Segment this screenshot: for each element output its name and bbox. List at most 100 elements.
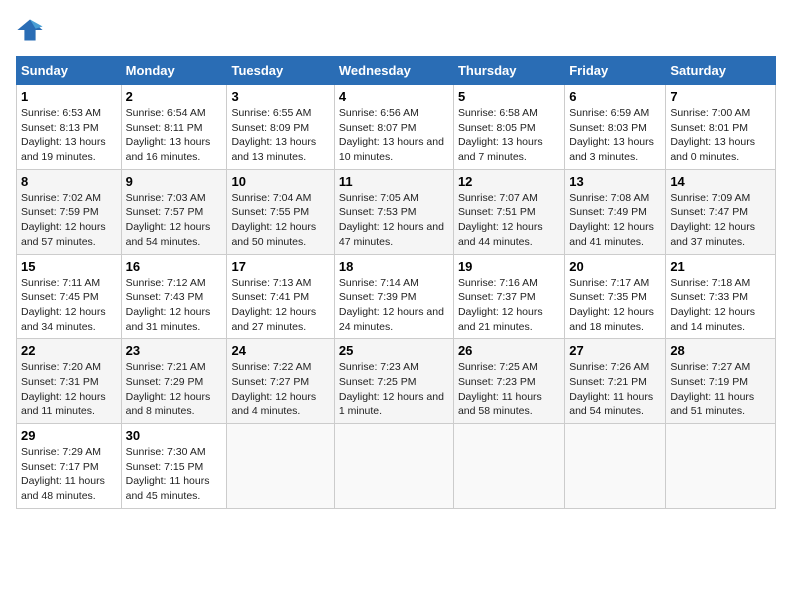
calendar-week-row: 22 Sunrise: 7:20 AMSunset: 7:31 PMDayligh… bbox=[17, 339, 776, 424]
day-number: 14 bbox=[670, 174, 771, 189]
calendar-cell: 30Sunrise: 7:30 AMSunset: 7:15 PMDayligh… bbox=[121, 424, 227, 509]
column-header-tuesday: Tuesday bbox=[227, 57, 334, 85]
day-number: 28 bbox=[670, 343, 771, 358]
day-number: 9 bbox=[126, 174, 223, 189]
calendar-cell: 14 Sunrise: 7:09 AMSunset: 7:47 PMDayligh… bbox=[666, 169, 776, 254]
day-info: Sunrise: 7:26 AMSunset: 7:21 PMDaylight:… bbox=[569, 360, 661, 419]
day-number: 21 bbox=[670, 259, 771, 274]
calendar-cell bbox=[453, 424, 564, 509]
day-info: Sunrise: 7:22 AMSunset: 7:27 PMDaylight:… bbox=[231, 360, 329, 419]
day-info: Sunrise: 7:16 AMSunset: 7:37 PMDaylight:… bbox=[458, 276, 560, 335]
day-info: Sunrise: 7:14 AMSunset: 7:39 PMDaylight:… bbox=[339, 276, 449, 335]
day-number: 6 bbox=[569, 89, 661, 104]
day-number: 26 bbox=[458, 343, 560, 358]
calendar-cell: 27 Sunrise: 7:26 AMSunset: 7:21 PMDayligh… bbox=[565, 339, 666, 424]
calendar-cell: 26 Sunrise: 7:25 AMSunset: 7:23 PMDayligh… bbox=[453, 339, 564, 424]
calendar-cell: 15 Sunrise: 7:11 AMSunset: 7:45 PMDayligh… bbox=[17, 254, 122, 339]
day-info: Sunrise: 7:27 AMSunset: 7:19 PMDaylight:… bbox=[670, 360, 771, 419]
logo-icon bbox=[16, 16, 44, 44]
day-info: Sunrise: 7:11 AMSunset: 7:45 PMDaylight:… bbox=[21, 276, 117, 335]
day-info: Sunrise: 7:07 AMSunset: 7:51 PMDaylight:… bbox=[458, 191, 560, 250]
calendar-table: SundayMondayTuesdayWednesdayThursdayFrid… bbox=[16, 56, 776, 509]
calendar-cell: 4 Sunrise: 6:56 AMSunset: 8:07 PMDaylight… bbox=[334, 85, 453, 170]
day-info: Sunrise: 7:02 AMSunset: 7:59 PMDaylight:… bbox=[21, 191, 117, 250]
day-number: 19 bbox=[458, 259, 560, 274]
calendar-cell: 9 Sunrise: 7:03 AMSunset: 7:57 PMDaylight… bbox=[121, 169, 227, 254]
calendar-cell: 11 Sunrise: 7:05 AMSunset: 7:53 PMDayligh… bbox=[334, 169, 453, 254]
day-info: Sunrise: 6:53 AMSunset: 8:13 PMDaylight:… bbox=[21, 106, 117, 165]
day-info: Sunrise: 7:12 AMSunset: 7:43 PMDaylight:… bbox=[126, 276, 223, 335]
day-number: 8 bbox=[21, 174, 117, 189]
day-info: Sunrise: 7:09 AMSunset: 7:47 PMDaylight:… bbox=[670, 191, 771, 250]
day-info: Sunrise: 7:25 AMSunset: 7:23 PMDaylight:… bbox=[458, 360, 560, 419]
day-info: Sunrise: 6:56 AMSunset: 8:07 PMDaylight:… bbox=[339, 106, 449, 165]
day-info: Sunrise: 7:30 AMSunset: 7:15 PMDaylight:… bbox=[126, 445, 223, 504]
calendar-cell bbox=[666, 424, 776, 509]
calendar-cell bbox=[334, 424, 453, 509]
day-info: Sunrise: 6:54 AMSunset: 8:11 PMDaylight:… bbox=[126, 106, 223, 165]
logo bbox=[16, 16, 48, 44]
day-number: 15 bbox=[21, 259, 117, 274]
day-number: 10 bbox=[231, 174, 329, 189]
day-number: 18 bbox=[339, 259, 449, 274]
calendar-cell: 24 Sunrise: 7:22 AMSunset: 7:27 PMDayligh… bbox=[227, 339, 334, 424]
day-number: 27 bbox=[569, 343, 661, 358]
calendar-cell: 22 Sunrise: 7:20 AMSunset: 7:31 PMDayligh… bbox=[17, 339, 122, 424]
day-info: Sunrise: 7:23 AMSunset: 7:25 PMDaylight:… bbox=[339, 360, 449, 419]
day-info: Sunrise: 7:13 AMSunset: 7:41 PMDaylight:… bbox=[231, 276, 329, 335]
calendar-cell: 7 Sunrise: 7:00 AMSunset: 8:01 PMDaylight… bbox=[666, 85, 776, 170]
day-info: Sunrise: 7:03 AMSunset: 7:57 PMDaylight:… bbox=[126, 191, 223, 250]
day-info: Sunrise: 7:05 AMSunset: 7:53 PMDaylight:… bbox=[339, 191, 449, 250]
day-number: 2 bbox=[126, 89, 223, 104]
calendar-cell: 19 Sunrise: 7:16 AMSunset: 7:37 PMDayligh… bbox=[453, 254, 564, 339]
day-number: 20 bbox=[569, 259, 661, 274]
day-number: 22 bbox=[21, 343, 117, 358]
calendar-cell: 1 Sunrise: 6:53 AMSunset: 8:13 PMDaylight… bbox=[17, 85, 122, 170]
calendar-cell: 6 Sunrise: 6:59 AMSunset: 8:03 PMDaylight… bbox=[565, 85, 666, 170]
day-number: 1 bbox=[21, 89, 117, 104]
calendar-cell: 3 Sunrise: 6:55 AMSunset: 8:09 PMDaylight… bbox=[227, 85, 334, 170]
day-info: Sunrise: 7:17 AMSunset: 7:35 PMDaylight:… bbox=[569, 276, 661, 335]
day-info: Sunrise: 7:18 AMSunset: 7:33 PMDaylight:… bbox=[670, 276, 771, 335]
calendar-cell: 20 Sunrise: 7:17 AMSunset: 7:35 PMDayligh… bbox=[565, 254, 666, 339]
day-number: 25 bbox=[339, 343, 449, 358]
calendar-cell: 2 Sunrise: 6:54 AMSunset: 8:11 PMDaylight… bbox=[121, 85, 227, 170]
calendar-week-row: 15 Sunrise: 7:11 AMSunset: 7:45 PMDayligh… bbox=[17, 254, 776, 339]
calendar-cell: 10 Sunrise: 7:04 AMSunset: 7:55 PMDayligh… bbox=[227, 169, 334, 254]
day-number: 3 bbox=[231, 89, 329, 104]
calendar-cell bbox=[565, 424, 666, 509]
day-info: Sunrise: 6:58 AMSunset: 8:05 PMDaylight:… bbox=[458, 106, 560, 165]
day-info: Sunrise: 7:04 AMSunset: 7:55 PMDaylight:… bbox=[231, 191, 329, 250]
calendar-cell: 28 Sunrise: 7:27 AMSunset: 7:19 PMDayligh… bbox=[666, 339, 776, 424]
day-info: Sunrise: 7:00 AMSunset: 8:01 PMDaylight:… bbox=[670, 106, 771, 165]
calendar-cell: 12 Sunrise: 7:07 AMSunset: 7:51 PMDayligh… bbox=[453, 169, 564, 254]
day-number: 16 bbox=[126, 259, 223, 274]
day-info: Sunrise: 6:55 AMSunset: 8:09 PMDaylight:… bbox=[231, 106, 329, 165]
calendar-cell: 5 Sunrise: 6:58 AMSunset: 8:05 PMDaylight… bbox=[453, 85, 564, 170]
day-info: Sunrise: 7:20 AMSunset: 7:31 PMDaylight:… bbox=[21, 360, 117, 419]
day-number: 29 bbox=[21, 428, 117, 443]
column-header-thursday: Thursday bbox=[453, 57, 564, 85]
day-info: Sunrise: 7:29 AMSunset: 7:17 PMDaylight:… bbox=[21, 445, 117, 504]
calendar-cell: 16 Sunrise: 7:12 AMSunset: 7:43 PMDayligh… bbox=[121, 254, 227, 339]
day-info: Sunrise: 6:59 AMSunset: 8:03 PMDaylight:… bbox=[569, 106, 661, 165]
calendar-cell bbox=[227, 424, 334, 509]
calendar-cell: 21 Sunrise: 7:18 AMSunset: 7:33 PMDayligh… bbox=[666, 254, 776, 339]
day-number: 13 bbox=[569, 174, 661, 189]
column-header-friday: Friday bbox=[565, 57, 666, 85]
day-number: 12 bbox=[458, 174, 560, 189]
calendar-cell: 13Sunrise: 7:08 AMSunset: 7:49 PMDayligh… bbox=[565, 169, 666, 254]
calendar-cell: 8 Sunrise: 7:02 AMSunset: 7:59 PMDaylight… bbox=[17, 169, 122, 254]
day-number: 11 bbox=[339, 174, 449, 189]
column-header-monday: Monday bbox=[121, 57, 227, 85]
calendar-cell: 29 Sunrise: 7:29 AMSunset: 7:17 PMDayligh… bbox=[17, 424, 122, 509]
day-number: 17 bbox=[231, 259, 329, 274]
day-number: 7 bbox=[670, 89, 771, 104]
column-header-saturday: Saturday bbox=[666, 57, 776, 85]
day-number: 23 bbox=[126, 343, 223, 358]
day-number: 4 bbox=[339, 89, 449, 104]
calendar-week-row: 1 Sunrise: 6:53 AMSunset: 8:13 PMDaylight… bbox=[17, 85, 776, 170]
day-number: 5 bbox=[458, 89, 560, 104]
calendar-header-row: SundayMondayTuesdayWednesdayThursdayFrid… bbox=[17, 57, 776, 85]
day-number: 24 bbox=[231, 343, 329, 358]
